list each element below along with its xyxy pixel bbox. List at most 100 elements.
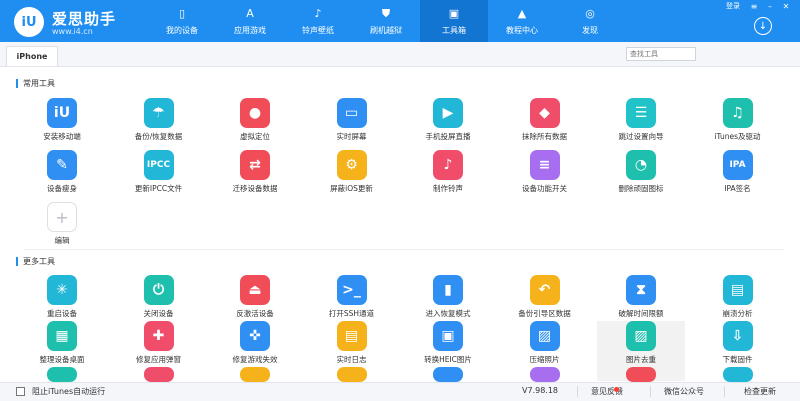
nav-item-2[interactable]: A 应用游戏 bbox=[216, 0, 284, 42]
phone-icon: ▯ bbox=[178, 7, 186, 20]
nav-item-4[interactable]: ⛊ 刷机越狱 bbox=[352, 0, 420, 42]
tool-label: IPA签名 bbox=[724, 184, 751, 193]
tool-label: 重启设备 bbox=[47, 309, 77, 318]
tool-label: 抹除所有数据 bbox=[522, 132, 567, 141]
cast-icon: ▶ bbox=[433, 98, 463, 128]
tool-item[interactable]: ◆ 抹除所有数据 bbox=[501, 98, 589, 158]
ringtone-icon: ♪ bbox=[433, 150, 463, 180]
tool-item[interactable]: ☂ 备份/恢复数据 bbox=[115, 98, 203, 158]
gamepad-icon: ✜ bbox=[240, 321, 270, 351]
tool-item[interactable]: IPCC 更新IPCC文件 bbox=[115, 150, 203, 210]
tab-iphone[interactable]: iPhone bbox=[6, 46, 58, 66]
version-label: V7.98.18 bbox=[522, 386, 559, 395]
tool-label: 打开SSH通道 bbox=[328, 309, 375, 318]
download-manager-icon[interactable]: ↓ bbox=[754, 17, 772, 35]
tool-label: 整理设备桌面 bbox=[39, 355, 85, 364]
nav-item-1[interactable]: ▯ 我的设备 bbox=[148, 0, 216, 42]
tool-item[interactable]: iU 安装移动端 bbox=[18, 98, 106, 158]
wechat-link[interactable]: 微信公众号 bbox=[664, 386, 704, 397]
tool-item[interactable] bbox=[404, 367, 492, 382]
tool-item[interactable]: ♪ 制作铃声 bbox=[404, 150, 492, 210]
tool-label: 更新IPCC文件 bbox=[134, 184, 183, 193]
check-update-link[interactable]: 检查更新 bbox=[744, 386, 776, 397]
tool-search-input[interactable] bbox=[626, 47, 696, 61]
compress-photo-icon: ▨ bbox=[529, 321, 560, 351]
tool-item[interactable] bbox=[18, 367, 106, 382]
crash-log-icon: ▤ bbox=[722, 275, 753, 305]
backup-boot-icon: ↶ bbox=[529, 275, 560, 305]
nav-item-5[interactable]: ▣ 工具箱 bbox=[420, 0, 488, 42]
tool-label: 修复游戏失效 bbox=[232, 355, 278, 364]
tool-item[interactable] bbox=[211, 367, 299, 382]
tool-label: 虚拟定位 bbox=[240, 132, 270, 141]
nav-item-7[interactable]: ◎ 发现 bbox=[556, 0, 624, 42]
restart-icon: ✳ bbox=[47, 275, 77, 305]
download-firmware-icon: ⇩ bbox=[722, 321, 753, 351]
tool-item[interactable]: ≡ 设备功能开关 bbox=[501, 150, 589, 210]
tool-item[interactable]: + 编辑 bbox=[18, 202, 106, 262]
tool-item[interactable]: IPA IPA签名 bbox=[694, 150, 782, 210]
heic-icon: ▣ bbox=[433, 321, 463, 351]
login-link[interactable]: 登录 bbox=[726, 1, 740, 11]
gear-icon: ⚙ bbox=[336, 150, 367, 180]
install-icon: iU bbox=[47, 98, 77, 128]
menu-icon[interactable]: ≡ bbox=[748, 2, 760, 11]
pie-icon: ◔ bbox=[626, 150, 656, 180]
tool-icon bbox=[47, 367, 77, 382]
tool-label: 图片去重 bbox=[626, 355, 656, 364]
tool-label: 设备瘦身 bbox=[47, 184, 77, 193]
nav-item-3[interactable]: ♪ 铃声壁纸 bbox=[284, 0, 352, 42]
block-itunes-label: 阻止iTunes自动运行 bbox=[32, 387, 106, 396]
tool-label: 崩溃分析 bbox=[722, 309, 753, 318]
tool-item[interactable]: ▶ 手机投屏直播 bbox=[404, 98, 492, 158]
section-divider bbox=[24, 249, 784, 250]
tool-label: 备份引导区数据 bbox=[518, 309, 571, 318]
migrate-icon: ⇄ bbox=[240, 150, 270, 180]
nav-item-label: 铃声壁纸 bbox=[302, 25, 334, 35]
feedback-badge bbox=[614, 387, 619, 392]
close-icon[interactable]: ✕ bbox=[780, 2, 792, 11]
nav-item-6[interactable]: ▲ 教程中心 bbox=[488, 0, 556, 42]
tool-item[interactable] bbox=[308, 367, 396, 382]
tool-label: 实时日志 bbox=[336, 355, 367, 364]
tool-label: 转换HEIC图片 bbox=[424, 355, 472, 364]
apps-icon: A bbox=[246, 7, 254, 20]
status-bar: 阻止iTunes自动运行 V7.98.18 意见反馈 微信公众号 检查更新 bbox=[0, 382, 800, 401]
nav-item-label: 工具箱 bbox=[442, 25, 466, 35]
common-tools-title: 常用工具 bbox=[16, 78, 55, 89]
tool-item[interactable]: ◔ 删除顽固图标 bbox=[597, 150, 685, 210]
tool-item[interactable] bbox=[694, 367, 782, 382]
dedupe-photo-icon: ▨ bbox=[626, 321, 656, 351]
tool-item[interactable]: ✎ 设备瘦身 bbox=[18, 150, 106, 210]
app-logo: iU bbox=[14, 7, 44, 37]
tool-item[interactable] bbox=[115, 367, 203, 382]
tool-label: 迁移设备数据 bbox=[232, 184, 278, 193]
desktop-grid-icon: ▦ bbox=[47, 321, 77, 351]
divider bbox=[650, 386, 651, 397]
block-itunes-checkbox[interactable] bbox=[16, 387, 25, 396]
tool-item[interactable]: ● 虚拟定位 bbox=[211, 98, 299, 158]
tool-icon bbox=[626, 367, 656, 382]
toolbox-icon: ▣ bbox=[448, 7, 460, 20]
tool-label: 设备功能开关 bbox=[522, 184, 567, 193]
eraser-icon: ◆ bbox=[529, 98, 560, 128]
tool-label: iTunes及驱动 bbox=[714, 132, 761, 141]
itunes-icon: ♫ bbox=[722, 98, 753, 128]
tool-icon bbox=[722, 367, 753, 382]
nav-item-label: 应用游戏 bbox=[234, 25, 266, 35]
tool-item[interactable]: ⇄ 迁移设备数据 bbox=[211, 150, 299, 210]
tool-item[interactable]: ☰ 跳过设置向导 bbox=[597, 98, 685, 158]
title-bar: iU 爱思助手 www.i4.cn ▯ 我的设备 A 应用游戏 ♪ 铃声壁纸 ⛊ 刷机越狱 ▣ 工… bbox=[0, 0, 800, 42]
tool-item[interactable] bbox=[501, 367, 589, 382]
tool-item[interactable] bbox=[597, 367, 685, 382]
tool-label: 跳过设置向导 bbox=[618, 132, 664, 141]
tool-label: 手机投屏直播 bbox=[425, 132, 471, 141]
tool-item[interactable]: ⚙ 屏蔽iOS更新 bbox=[308, 150, 396, 210]
tool-icon bbox=[240, 367, 270, 382]
tool-item[interactable]: ♫ iTunes及驱动 bbox=[694, 98, 782, 158]
minimize-icon[interactable]: – bbox=[764, 2, 776, 11]
app-repair-icon: ✚ bbox=[143, 321, 174, 351]
window-controls: 登录 ≡ – ✕ bbox=[726, 1, 792, 11]
tool-label: 实时屏幕 bbox=[336, 132, 367, 141]
tool-item[interactable]: ▭ 实时屏幕 bbox=[308, 98, 396, 158]
